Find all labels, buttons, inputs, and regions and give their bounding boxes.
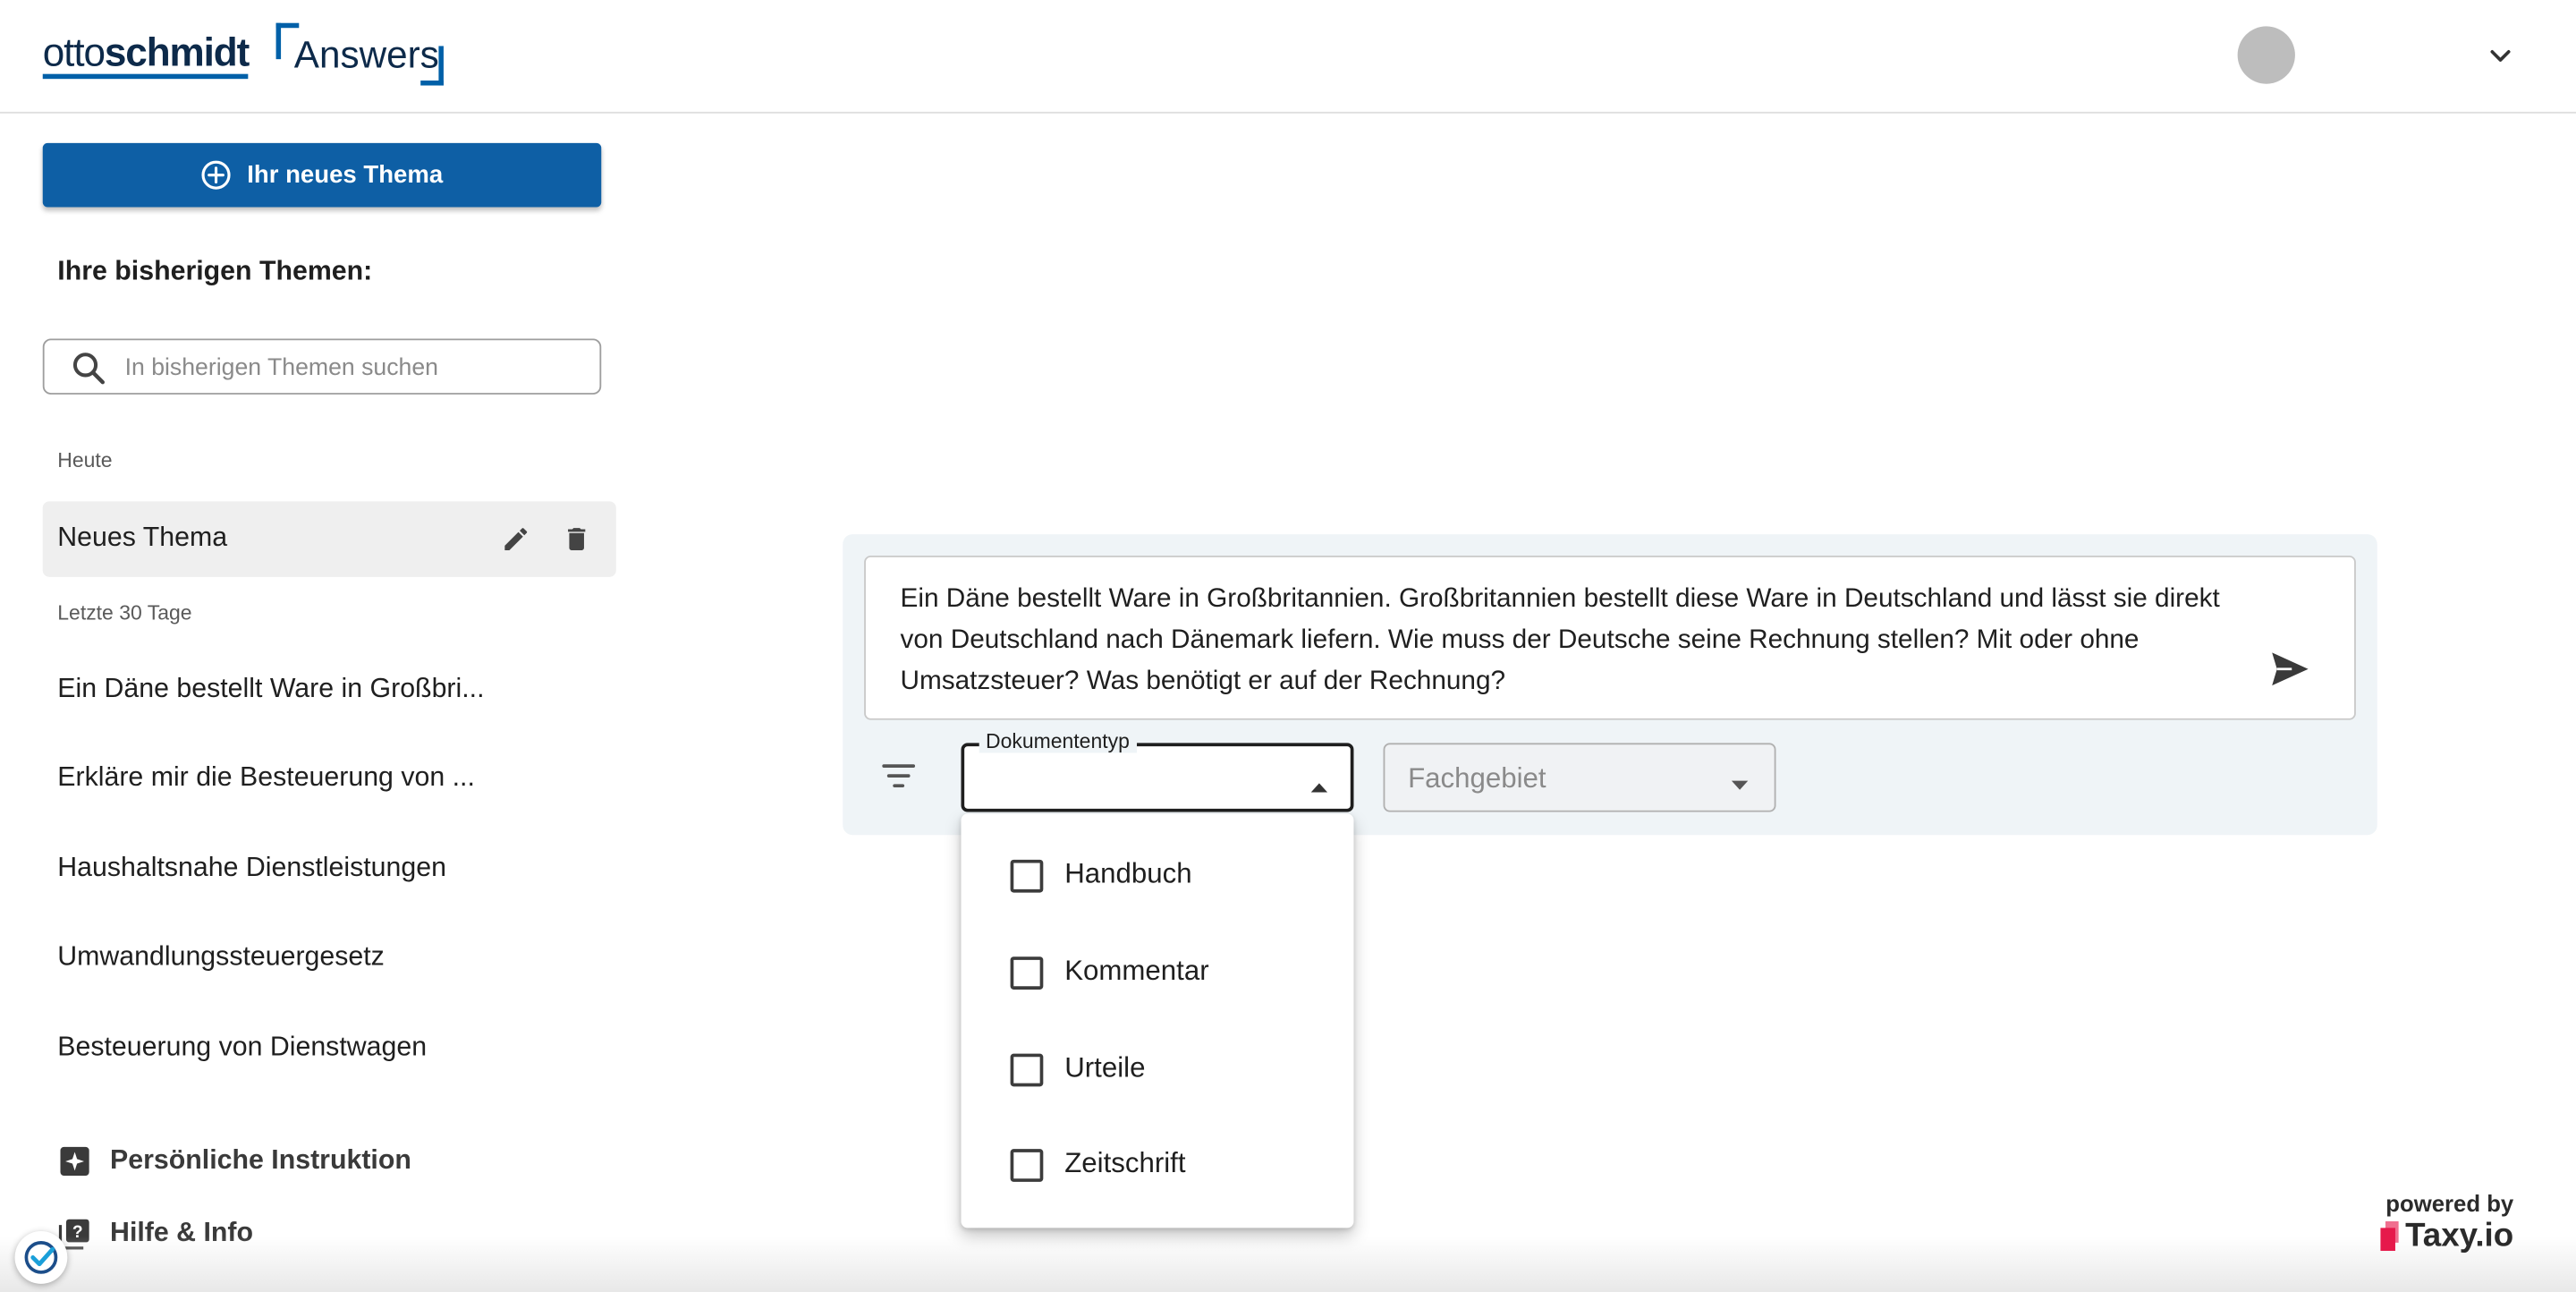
document-type-dropdown: Handbuch Kommentar Urteile Zeitschrift xyxy=(961,813,1354,1228)
option-label: Kommentar xyxy=(1064,955,1209,987)
document-type-label: Dokumententyp xyxy=(979,729,1137,753)
dropdown-option-handbuch[interactable]: Handbuch xyxy=(961,835,1353,917)
search-icon xyxy=(72,353,106,385)
plus-circle-icon xyxy=(202,160,232,190)
group-label-last-30-days: Letzte 30 Tage xyxy=(57,601,192,625)
taxy-mark-icon xyxy=(2380,1221,2399,1252)
checkbox[interactable] xyxy=(1010,1149,1044,1182)
taxy-logo[interactable]: Taxy.io xyxy=(2379,1218,2514,1257)
personal-instruction-label: Persönliche Instruktion xyxy=(110,1144,411,1175)
question-text[interactable]: Ein Däne bestellt Ware in Großbritannien… xyxy=(901,579,2248,702)
user-avatar[interactable] xyxy=(2237,26,2295,84)
arrow-up-icon xyxy=(1309,772,1329,802)
chevron-down-icon[interactable] xyxy=(2484,39,2517,72)
arrow-down-icon xyxy=(1730,771,1750,801)
check-shield-icon xyxy=(24,1241,58,1274)
send-icon[interactable] xyxy=(2270,651,2309,696)
bottom-fade xyxy=(0,1236,2576,1292)
pencil-icon[interactable] xyxy=(501,524,530,562)
taxy-wordmark: Taxy.io xyxy=(2405,1218,2514,1254)
subject-area-select[interactable]: Fachgebiet xyxy=(1383,743,1776,812)
group-label-today: Heute xyxy=(57,448,113,472)
logo-part-schmidt: schmidt xyxy=(104,30,250,76)
document-type-select[interactable] xyxy=(961,743,1354,812)
dropdown-option-kommentar[interactable]: Kommentar xyxy=(961,932,1353,1015)
top-header: ottoschmidt Answers xyxy=(0,0,2576,114)
powered-by-label: powered by xyxy=(2385,1190,2514,1217)
option-label: Zeitschrift xyxy=(1064,1147,1186,1179)
subject-area-placeholder: Fachgebiet xyxy=(1408,762,1546,795)
logo-part-otto: otto xyxy=(42,30,106,76)
topic-item[interactable]: Ein Däne bestellt Ware in Großbri... xyxy=(57,674,484,705)
topic-title: Neues Thema xyxy=(57,523,228,553)
logo-product-name: Answers xyxy=(293,32,439,76)
new-topic-label: Ihr neues Thema xyxy=(247,161,444,190)
option-label: Handbuch xyxy=(1064,857,1192,889)
question-input[interactable]: Ein Däne bestellt Ware in Großbritannien… xyxy=(864,555,2356,720)
topics-heading: Ihre bisherigen Themen: xyxy=(57,256,373,286)
personal-instruction-link[interactable]: Persönliche Instruktion xyxy=(57,1141,411,1180)
dropdown-option-urteile[interactable]: Urteile xyxy=(961,1029,1353,1111)
sparkle-box-icon xyxy=(60,1145,89,1176)
topic-search-field[interactable] xyxy=(42,338,602,395)
search-input[interactable] xyxy=(124,350,585,387)
verified-check-badge[interactable] xyxy=(14,1231,68,1284)
checkbox[interactable] xyxy=(1010,859,1044,893)
app-window: ottoschmidt Answers Ihr neues Thema Ihre… xyxy=(0,0,2576,1292)
topic-item-active[interactable]: Neues Thema xyxy=(42,501,616,577)
new-topic-button[interactable]: Ihr neues Thema xyxy=(42,142,602,208)
topic-item[interactable]: Besteuerung von Dienstwagen xyxy=(57,1033,427,1064)
checkbox[interactable] xyxy=(1010,1053,1044,1087)
trash-icon[interactable] xyxy=(562,524,591,562)
topic-item[interactable]: Umwandlungssteuergesetz xyxy=(57,942,385,973)
option-label: Urteile xyxy=(1064,1051,1146,1084)
filter-icon[interactable] xyxy=(880,760,916,801)
logo-underline xyxy=(42,73,249,80)
logo-bracket-bottom-right xyxy=(420,46,444,86)
topic-item[interactable]: Erkläre mir die Besteuerung von ... xyxy=(57,762,475,794)
checkbox[interactable] xyxy=(1010,956,1044,990)
topic-item[interactable]: Haushaltsnahe Dienstleistungen xyxy=(57,853,446,884)
logo-wordmark: ottoschmidt xyxy=(42,30,250,77)
dropdown-option-zeitschrift[interactable]: Zeitschrift xyxy=(961,1125,1353,1207)
